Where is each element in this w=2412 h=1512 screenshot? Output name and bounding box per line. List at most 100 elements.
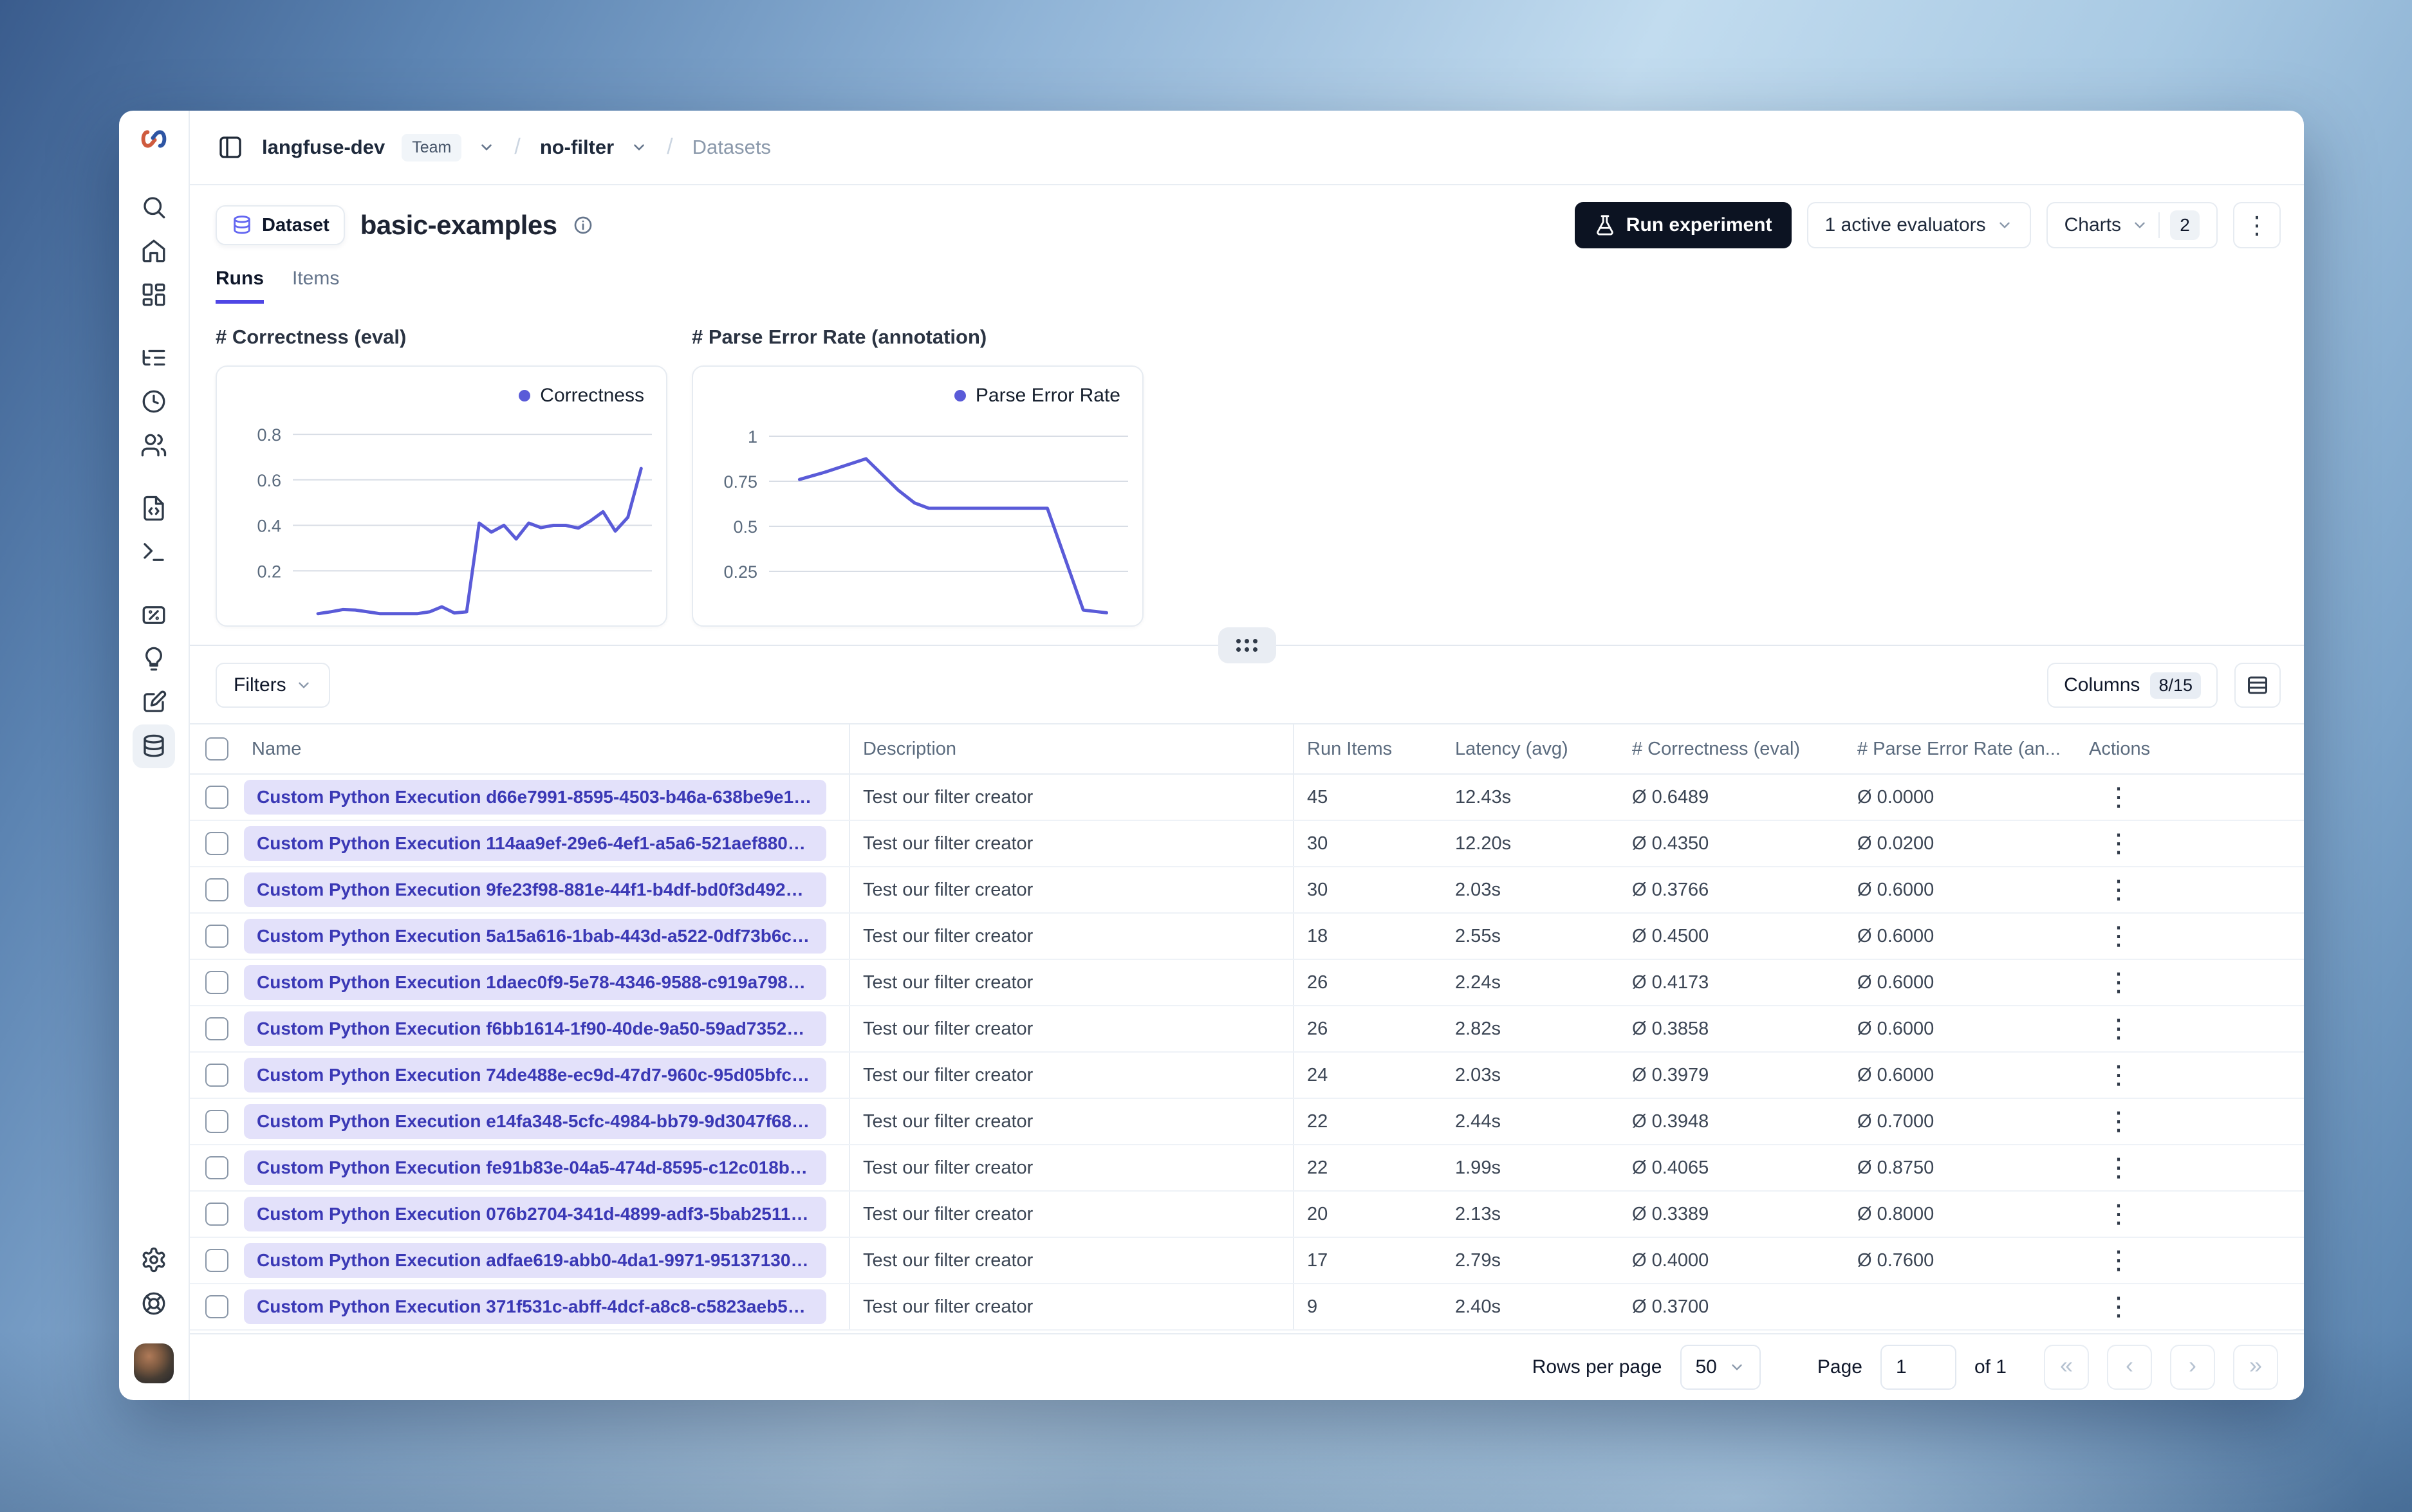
run-name-link[interactable]: Custom Python Execution d66e7991-8595-45… [244,780,826,815]
page-number-input[interactable] [1880,1345,1956,1390]
column-header[interactable]: Description [850,724,1294,773]
more-options-button[interactable]: ⋮ [2233,202,2281,248]
row-actions-kebab[interactable]: ⋮ [2089,1201,2133,1227]
row-actions-kebab[interactable]: ⋮ [2089,1062,2133,1088]
resize-grip-handle[interactable] [1218,627,1276,663]
legend-dot [954,390,966,401]
run-name-link[interactable]: Custom Python Execution fe91b83e-04a5-47… [244,1150,826,1185]
parse-error-rate-value: Ø 0.0000 [1857,786,1934,807]
latency-value: 2.03s [1455,1064,1501,1085]
row-checkbox[interactable] [205,786,228,809]
main-area: langfuse-dev Team / no-filter / Datasets… [190,111,2304,1400]
sidebar-item-sessions-clock-icon[interactable] [133,380,175,423]
row-checkbox[interactable] [205,971,228,994]
row-checkbox[interactable] [205,1295,228,1318]
chevron-down-icon[interactable] [478,139,495,156]
row-checkbox[interactable] [205,878,228,901]
row-actions-kebab[interactable]: ⋮ [2089,1109,2133,1134]
sidebar-item-evaluation-card-icon[interactable] [133,593,175,637]
run-name-link[interactable]: Custom Python Execution 371f531c-abff-4d… [244,1289,826,1324]
breadcrumb-section[interactable]: Datasets [692,136,771,159]
run-experiment-button[interactable]: Run experiment [1574,202,1792,248]
run-name-link[interactable]: Custom Python Execution 9fe23f98-881e-44… [244,872,826,907]
parse-error-rate-value: Ø 0.7000 [1857,1111,1934,1132]
run-name-link[interactable]: Custom Python Execution 5a15a616-1bab-44… [244,919,826,954]
run-name-link[interactable]: Custom Python Execution 076b2704-341d-48… [244,1197,826,1231]
grip-dots-icon [1236,639,1257,652]
active-evaluators-dropdown[interactable]: 1 active evaluators [1806,202,2031,248]
run-name-link[interactable]: Custom Python Execution f6bb1614-1f90-40… [244,1011,826,1046]
page-header: Dataset basic-examples Run experiment 1 … [190,185,2304,248]
columns-button[interactable]: Columns 8/15 [2047,663,2218,708]
correctness-value: Ø 0.4000 [1632,1249,1709,1271]
flask-icon [1597,215,1613,235]
filters-button[interactable]: Filters [216,663,330,708]
chart-legend: Correctness [519,385,644,407]
sidebar-item-tracing-tree-icon[interactable] [133,336,175,380]
row-height-button[interactable] [2234,663,2281,708]
row-checkbox[interactable] [205,1064,228,1087]
next-page-button[interactable]: › [2170,1345,2215,1390]
run-name-link[interactable]: Custom Python Execution 74de488e-ec9d-47… [244,1058,826,1093]
chevron-down-icon[interactable] [631,139,647,156]
user-avatar[interactable] [134,1343,174,1383]
page-content: Dataset basic-examples Run experiment 1 … [190,185,2304,1400]
row-actions-kebab[interactable]: ⋮ [2089,784,2133,810]
first-page-button[interactable]: « [2044,1345,2089,1390]
row-checkbox[interactable] [205,1017,228,1040]
column-header[interactable]: Name [239,724,850,773]
run-name-link[interactable]: Custom Python Execution e14fa348-5cfc-49… [244,1104,826,1139]
sidebar-item-playground-terminal-icon[interactable] [133,530,175,574]
row-actions-kebab[interactable]: ⋮ [2089,1016,2133,1042]
sidebar-item-users-icon[interactable] [133,423,175,467]
panel-toggle-icon[interactable] [216,133,245,162]
chart-title: # Parse Error Rate (annotation) [692,326,987,348]
tab-items[interactable]: Items [292,268,339,304]
sidebar [119,111,190,1400]
row-actions-kebab[interactable]: ⋮ [2089,970,2133,995]
last-page-button[interactable]: » [2233,1345,2278,1390]
column-header[interactable]: Actions [2076,724,2304,773]
row-actions-kebab[interactable]: ⋮ [2089,923,2133,949]
column-header[interactable]: Latency (avg) [1442,724,1619,773]
run-name-link[interactable]: Custom Python Execution adfae619-abb0-4d… [244,1243,826,1278]
rows-per-page-select[interactable]: 50 [1680,1345,1761,1390]
row-actions-kebab[interactable]: ⋮ [2089,831,2133,856]
run-name-link[interactable]: Custom Python Execution 114aa9ef-29e6-4e… [244,826,826,861]
table-controls-right: Columns 8/15 [2047,663,2281,708]
sidebar-item-lightbulb-icon[interactable] [133,637,175,681]
sidebar-item-annotation-pen-icon[interactable] [133,681,175,724]
row-actions-kebab[interactable]: ⋮ [2089,1248,2133,1273]
prev-page-button[interactable]: ‹ [2107,1345,2152,1390]
row-checkbox[interactable] [205,1110,228,1133]
breadcrumb-org[interactable]: langfuse-dev [262,136,385,159]
run-description: Test our filter creator [850,1145,1294,1190]
langfuse-logo[interactable] [133,122,174,156]
charts-dropdown[interactable]: Charts 2 [2046,202,2218,248]
row-checkbox[interactable] [205,1249,228,1272]
row-actions-kebab[interactable]: ⋮ [2089,877,2133,903]
row-checkbox[interactable] [205,1156,228,1179]
sidebar-item-dashboard-icon[interactable] [133,273,175,317]
row-checkbox[interactable] [205,925,228,948]
tab-runs[interactable]: Runs [216,268,264,304]
run-items-value: 18 [1307,925,1328,946]
sidebar-item-home-icon[interactable] [133,229,175,273]
correctness-value: Ø 0.4173 [1632,972,1709,993]
sidebar-item-datasets-database-icon[interactable] [133,724,175,768]
row-actions-kebab[interactable]: ⋮ [2089,1155,2133,1181]
sidebar-item-search-icon[interactable] [133,185,175,229]
sidebar-item-prompts-file-code-icon[interactable] [133,486,175,530]
sidebar-item-settings-gear-icon[interactable] [133,1238,175,1282]
row-checkbox[interactable] [205,832,228,855]
column-header[interactable]: # Correctness (eval) [1619,724,1844,773]
run-name-link[interactable]: Custom Python Execution 1daec0f9-5e78-43… [244,965,826,1000]
column-header[interactable]: # Parse Error Rate (an... [1844,724,2076,773]
sidebar-item-support-lifebuoy-icon[interactable] [133,1282,175,1325]
column-header[interactable]: Run Items [1294,724,1442,773]
select-all-checkbox[interactable] [205,737,228,761]
row-actions-kebab[interactable]: ⋮ [2089,1294,2133,1320]
info-icon[interactable] [573,215,593,235]
row-checkbox[interactable] [205,1203,228,1226]
breadcrumb-project[interactable]: no-filter [540,136,614,159]
